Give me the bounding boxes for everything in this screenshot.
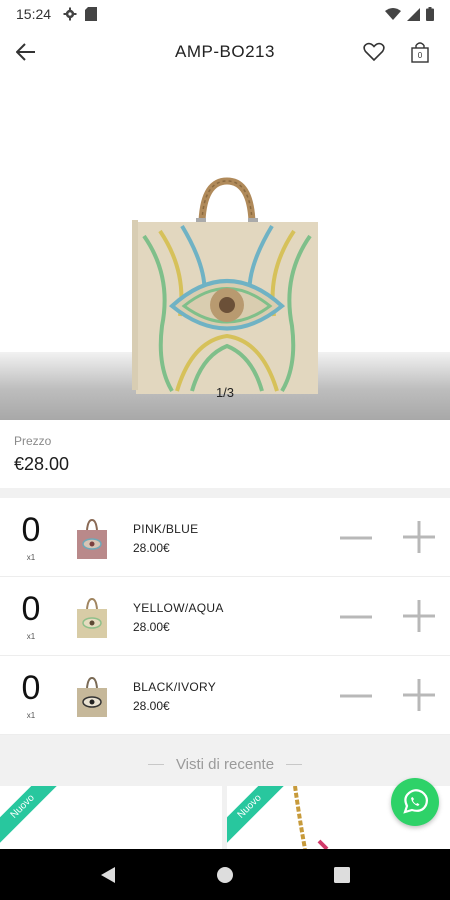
wifi-icon: [385, 7, 401, 20]
variant-quantity: 0: [21, 669, 41, 707]
whatsapp-icon: [403, 789, 428, 814]
top-app-bar: AMP-BO213 0: [0, 28, 450, 76]
battery-icon: [426, 7, 434, 21]
favorite-button[interactable]: [358, 36, 390, 68]
new-badge: Nuovo: [0, 786, 62, 846]
variant-thumbnail: [77, 676, 107, 717]
whatsapp-button[interactable]: [391, 778, 439, 826]
sd-card-icon: [85, 7, 98, 21]
variant-quantity: 0: [21, 590, 41, 628]
gear-icon: [63, 7, 77, 21]
variant-row: 0 x1 PINK/BLUE 28.00€: [0, 498, 450, 577]
system-nav-bar: [0, 849, 450, 900]
variant-thumbnail: [77, 518, 107, 559]
circle-home-icon: [216, 866, 233, 883]
variant-row: 0 x1 BLACK/IVORY 28.00€: [0, 656, 450, 735]
variant-list: 0 x1 PINK/BLUE 28.00€ 0 x1 YELLOW/AQUA 2…: [0, 498, 450, 735]
square-recents-icon: [333, 866, 350, 883]
price-value: €28.00: [14, 454, 70, 474]
product-gallery[interactable]: 1/3: [0, 76, 450, 420]
section-divider: [0, 488, 450, 498]
increase-quantity-button[interactable]: [400, 597, 438, 635]
variant-price: 28.00€: [133, 620, 170, 634]
variant-multiplier: x1: [26, 711, 36, 720]
decrease-quantity-button[interactable]: [338, 520, 374, 556]
recent-title-text: Visti di recente: [175, 756, 275, 773]
nav-home-button[interactable]: [205, 855, 245, 895]
variant-name: BLACK/IVORY: [133, 680, 217, 694]
cart-button[interactable]: 0: [404, 36, 436, 68]
variant-name: YELLOW/AQUA: [133, 601, 224, 615]
variant-name: PINK/BLUE: [133, 522, 199, 536]
decrease-quantity-button[interactable]: [338, 599, 374, 635]
increase-quantity-button[interactable]: [400, 518, 438, 556]
variant-multiplier: x1: [26, 553, 36, 562]
gallery-pager: 1/3: [215, 385, 235, 400]
triangle-back-icon: [101, 866, 116, 883]
variant-price: 28.00€: [133, 699, 170, 713]
recent-product-card[interactable]: Nuovo: [0, 786, 222, 849]
signal-icon: [407, 7, 420, 21]
status-bar: 15:24: [0, 0, 450, 28]
increase-quantity-button[interactable]: [400, 676, 438, 714]
back-button[interactable]: [0, 28, 52, 76]
title-dash: [147, 764, 164, 765]
heart-icon: [363, 42, 385, 62]
status-time: 15:24: [16, 6, 52, 22]
back-arrow-icon: [16, 43, 35, 61]
variant-multiplier: x1: [26, 632, 36, 641]
product-image: [132, 177, 318, 394]
variant-price: 28.00€: [133, 541, 170, 555]
cart-count: 0: [417, 51, 423, 60]
recent-title: Visti di recente: [0, 756, 450, 773]
variant-row: 0 x1 YELLOW/AQUA 28.00€: [0, 577, 450, 656]
nav-recents-button[interactable]: [322, 855, 362, 895]
nav-back-button[interactable]: [88, 855, 128, 895]
decrease-quantity-button[interactable]: [338, 678, 374, 714]
variant-quantity: 0: [21, 511, 41, 549]
price-section: Prezzo €28.00: [0, 420, 450, 488]
variant-thumbnail: [77, 597, 107, 638]
price-label: Prezzo: [14, 434, 52, 448]
title-dash: [286, 764, 303, 765]
